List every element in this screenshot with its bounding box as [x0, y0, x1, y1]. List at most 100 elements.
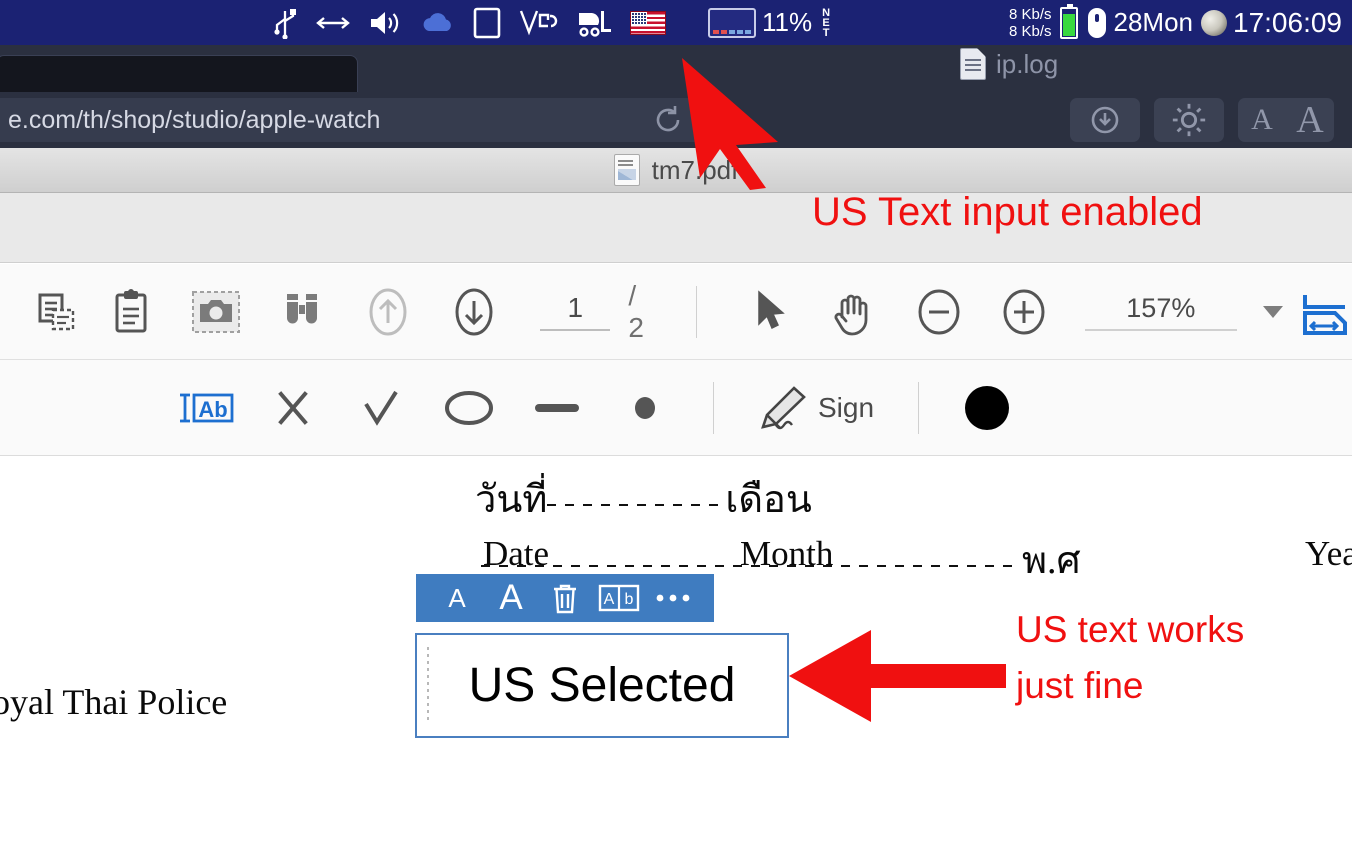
text-annotation-popup-toolbar: A A A b	[416, 574, 714, 622]
net-up-label: 8 Kb/s	[1008, 5, 1052, 23]
fit-width-button[interactable]	[1297, 287, 1352, 337]
svg-text:Ab: Ab	[198, 397, 227, 422]
text-insert-icon: Ab	[180, 393, 234, 422]
check-stamp-button[interactable]	[337, 386, 425, 430]
sign-label: Sign	[818, 391, 875, 423]
dot-tool-button[interactable]	[601, 393, 689, 423]
line-icon	[535, 403, 579, 412]
background-tab-label: ip.log	[996, 48, 1059, 79]
check-mark-icon	[364, 390, 398, 426]
volume-icon	[368, 0, 404, 45]
text-annotation-box[interactable]: US Selected	[415, 633, 789, 738]
address-bar-input[interactable]: e.com/th/shop/studio/apple-watch	[0, 98, 700, 142]
edit-text-button[interactable]: A b	[592, 583, 646, 613]
text-caret	[427, 647, 429, 724]
cross-stamp-button[interactable]	[249, 386, 337, 430]
battery-icon	[1052, 0, 1078, 45]
arrows-horizontal-icon	[314, 0, 352, 45]
browser-tab-strip	[0, 45, 1352, 101]
decrease-font-label: A	[1251, 103, 1273, 136]
cursor-arrow-icon	[758, 289, 785, 329]
thai-month-label: เดือน	[725, 479, 812, 521]
snapshot-button[interactable]	[174, 287, 260, 337]
delete-annotation-button[interactable]	[538, 581, 592, 615]
mouse-icon	[1078, 0, 1106, 45]
zoom-level-input[interactable]: 157%	[1084, 293, 1237, 331]
copy-pages-icon	[38, 293, 74, 330]
date-blank-line	[547, 504, 720, 506]
trash-icon	[554, 584, 576, 614]
line-tool-button[interactable]	[513, 398, 601, 418]
page-number-input[interactable]: 1	[540, 292, 611, 331]
browser-action-buttons: A A	[1070, 98, 1334, 142]
status-bar-icon-group	[272, 0, 666, 45]
pan-tool-button[interactable]	[810, 287, 896, 337]
zoom-dropdown-button[interactable]	[1249, 305, 1298, 318]
decrease-text-size-button[interactable]: A	[430, 583, 484, 614]
increase-font-button[interactable]: A	[1286, 98, 1334, 142]
settings-button[interactable]	[1154, 98, 1224, 142]
minus-circle-icon	[918, 289, 960, 334]
vnc-icon	[518, 0, 558, 45]
screen-indicator-icon	[708, 0, 756, 45]
pdf-file-icon	[613, 154, 640, 186]
next-page-button[interactable]	[431, 285, 517, 339]
increase-text-size-button[interactable]: A	[484, 578, 538, 618]
date-label: 28Mon	[1113, 7, 1194, 37]
document-thai-line: วันที่ เดือนพ.ศ	[475, 468, 1352, 590]
moon-phase-icon	[1193, 0, 1227, 45]
clock-label: 17:06:09	[1233, 6, 1342, 38]
more-options-button[interactable]	[646, 592, 700, 604]
thai-year-label: พ.ศ	[1022, 540, 1081, 582]
search-button[interactable]	[259, 290, 345, 334]
copy-page-button[interactable]	[25, 290, 87, 334]
plus-circle-icon	[1003, 289, 1045, 334]
cloud-icon	[420, 0, 456, 45]
address-bar-text: e.com/th/shop/studio/apple-watch	[8, 105, 381, 134]
ellipse-icon	[445, 390, 493, 425]
download-button[interactable]	[1070, 98, 1140, 142]
zoom-out-button[interactable]	[896, 286, 982, 338]
zoom-in-button[interactable]	[981, 286, 1067, 338]
select-tool-button[interactable]	[732, 289, 810, 335]
svg-text:A: A	[604, 591, 615, 608]
reload-button[interactable]	[646, 100, 690, 140]
ab-box-icon: A b	[598, 584, 640, 612]
x-mark-icon	[278, 390, 308, 425]
gear-icon	[1172, 103, 1206, 137]
clipboard-button[interactable]	[88, 288, 174, 335]
hand-icon	[834, 294, 868, 335]
log-file-icon	[960, 48, 986, 80]
text-tool-button[interactable]: Ab	[165, 387, 249, 429]
android-status-bar: 11% NET 8 Kb/s 8 Kb/s 28Mon 17:06:09	[0, 0, 1352, 45]
annotation-note-right: US text works just fine	[1016, 602, 1244, 714]
annotate-divider-1	[713, 381, 714, 434]
fit-width-icon	[1302, 294, 1347, 335]
text-annotation-content: US Selected	[468, 659, 736, 712]
color-swatch-black[interactable]	[965, 385, 1010, 430]
ellipse-tool-button[interactable]	[425, 386, 513, 430]
previous-page-button[interactable]	[345, 285, 431, 339]
reload-icon	[656, 106, 680, 132]
camera-icon	[192, 290, 241, 333]
en-date-label: Date	[483, 534, 550, 573]
increase-font-label: A	[1296, 99, 1324, 141]
pdf-annotate-toolbar: Ab Sign	[0, 360, 1352, 456]
pdf-document-tab-bar: tm7.pdf	[0, 148, 1352, 193]
screen-root: 11% NET 8 Kb/s 8 Kb/s 28Mon 17:06:09 ip.…	[0, 0, 1352, 852]
en-year-label: Yea	[1305, 534, 1352, 573]
net-label: NET	[822, 6, 831, 39]
thai-date-label: วันที่	[475, 479, 548, 521]
svg-text:b: b	[625, 591, 634, 608]
annotation-note-right-line1: US text works	[1016, 609, 1245, 650]
decrease-font-button[interactable]: A	[1238, 98, 1286, 142]
sign-button[interactable]: Sign	[754, 384, 874, 432]
download-arrow-icon	[1091, 106, 1119, 134]
chevron-down-icon	[1262, 305, 1283, 318]
arrow-up-circle-icon	[369, 288, 407, 335]
pdf-filename-label: tm7.pdf	[651, 154, 739, 185]
us-flag-icon	[630, 0, 666, 45]
forklift-icon	[574, 0, 614, 45]
background-tab-ip-log[interactable]: ip.log	[960, 48, 1058, 80]
usb-icon	[272, 0, 298, 45]
